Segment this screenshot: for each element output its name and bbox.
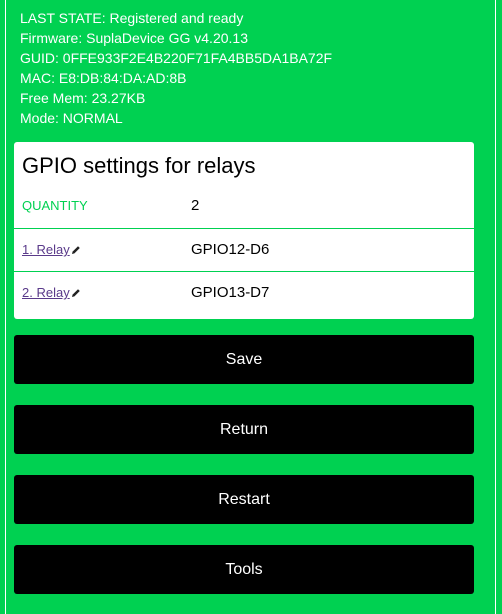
card-title: GPIO settings for relays xyxy=(22,153,256,178)
device-status-panel: LAST STATE: Registered and ready Firmwar… xyxy=(20,8,332,128)
relay-gpio-value: GPIO13-D7 xyxy=(191,284,270,301)
tools-button[interactable]: Tools xyxy=(14,545,474,594)
guid-text: GUID: 0FFE933F2E4B220F71FA4BB5DA1BA72F xyxy=(20,50,333,66)
return-button[interactable]: Return xyxy=(14,405,474,454)
gpio-settings-card: GPIO settings for relays QUANTITY 2 1. R… xyxy=(14,142,474,319)
frame-border-left xyxy=(5,0,6,614)
relay-edit-link[interactable]: 1. Relay xyxy=(22,242,81,257)
pencil-icon[interactable] xyxy=(71,245,81,255)
frame-border-right xyxy=(495,0,496,614)
relay-link-label[interactable]: 2. Relay xyxy=(22,285,70,300)
mac-text: MAC: E8:DB:84:DA:AD:8B xyxy=(20,70,187,86)
save-button[interactable]: Save xyxy=(14,335,474,384)
relay-gpio-value: GPIO12-D6 xyxy=(191,241,270,258)
mode-text: Mode: NORMAL xyxy=(20,110,123,126)
firmware-text: Firmware: SuplaDevice GG v4.20.13 xyxy=(20,30,248,46)
relay-edit-link[interactable]: 2. Relay xyxy=(22,285,81,300)
restart-button[interactable]: Restart xyxy=(14,475,474,524)
relay-row: 2. Relay GPIO13-D7 xyxy=(14,271,474,314)
relay-row: 1. Relay GPIO12-D6 xyxy=(14,228,474,271)
quantity-value[interactable]: 2 xyxy=(191,197,199,214)
relay-link-label[interactable]: 1. Relay xyxy=(22,242,70,257)
quantity-label: QUANTITY xyxy=(22,198,88,213)
pencil-icon[interactable] xyxy=(71,288,81,298)
quantity-row: QUANTITY 2 xyxy=(14,185,474,228)
free-mem-text: Free Mem: 23.27KB xyxy=(20,90,146,106)
last-state-text: LAST STATE: Registered and ready xyxy=(20,10,244,26)
